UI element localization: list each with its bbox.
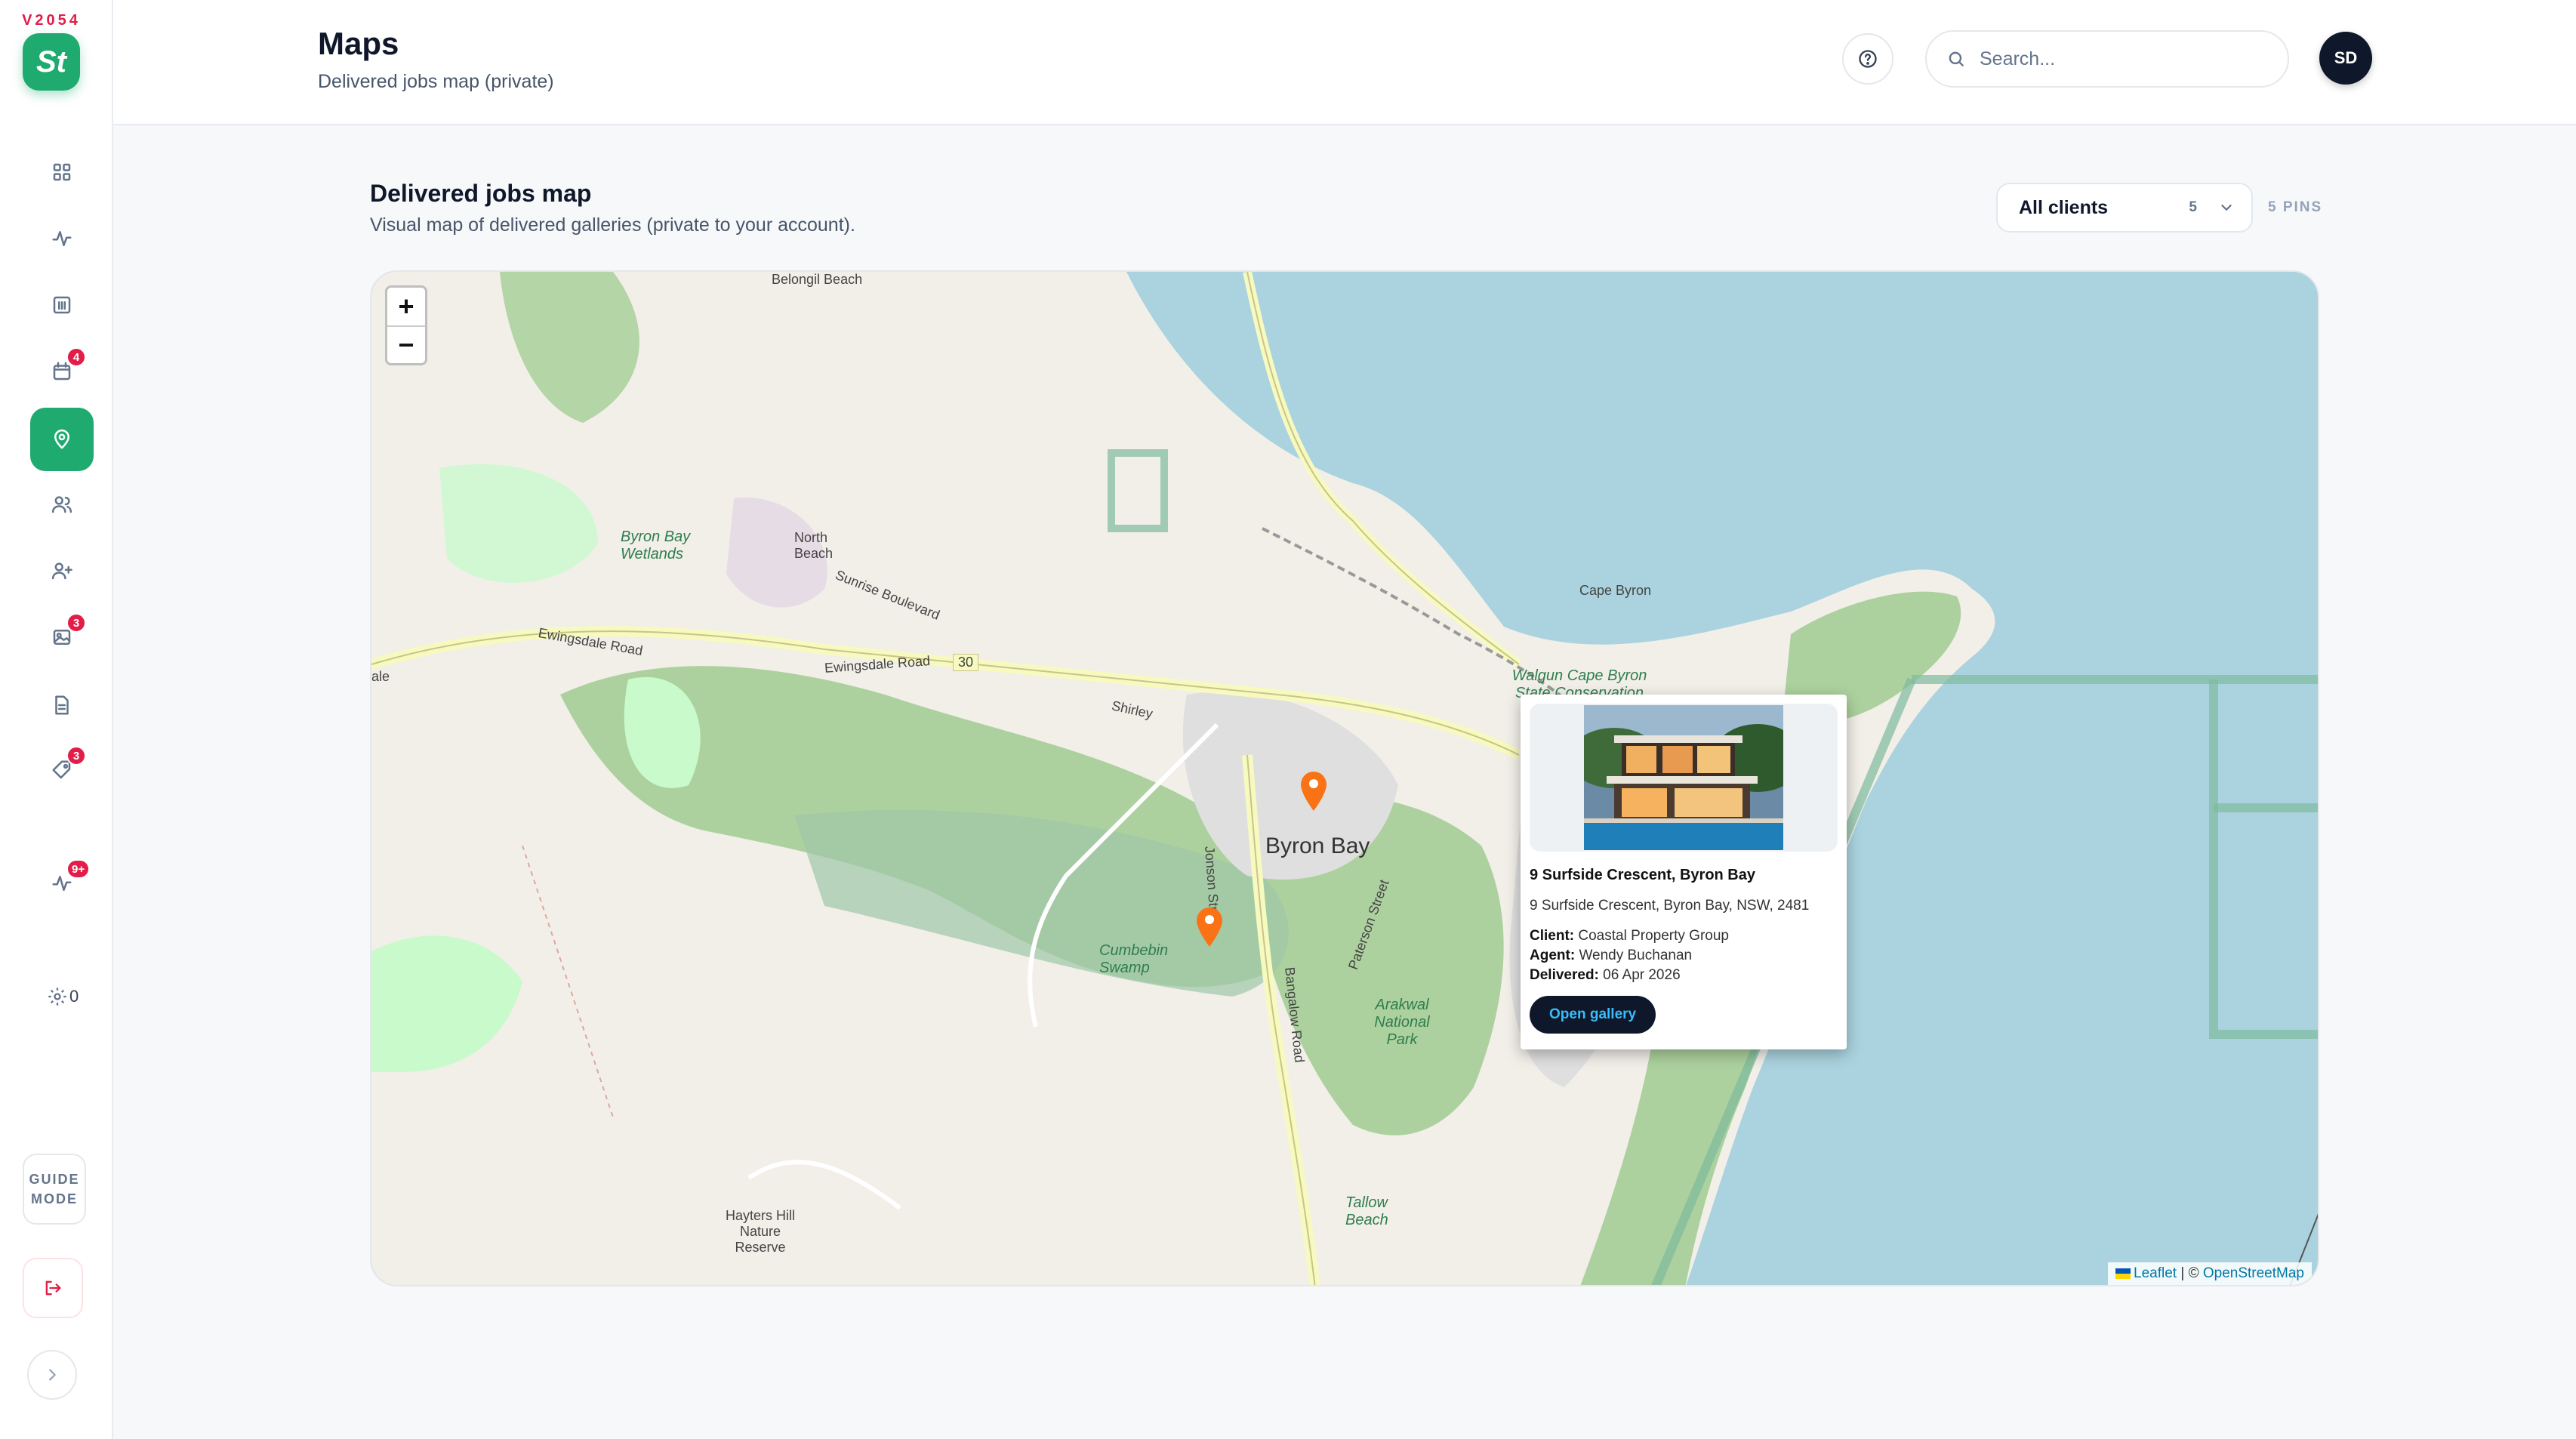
settings-count: 0 bbox=[69, 987, 79, 1006]
settings-button[interactable]: 0 bbox=[47, 986, 79, 1007]
chart-icon bbox=[53, 296, 71, 314]
map-label-cumbebin: Cumbebin Swamp bbox=[1099, 942, 1169, 976]
open-gallery-button[interactable]: Open gallery bbox=[1530, 996, 1656, 1034]
client-filter-label: All clients bbox=[2019, 196, 2109, 218]
house-image bbox=[1584, 705, 1783, 850]
map-attribution: Leaflet | © OpenStreetMap bbox=[2108, 1262, 2312, 1285]
calendar-badge: 4 bbox=[66, 347, 86, 367]
map-label-belongil: Belongil Beach bbox=[772, 272, 863, 287]
guide-mode-button[interactable]: GUIDE MODE bbox=[23, 1154, 86, 1225]
sidebar-item-clients[interactable] bbox=[30, 473, 94, 536]
delivered-jobs-map[interactable]: Belongil Beach Byron Bay Wetlands North … bbox=[370, 270, 2319, 1286]
map-label-cape-byron: Cape Byron bbox=[1579, 583, 1652, 598]
user-plus-icon bbox=[51, 562, 72, 580]
popup-agent-row: Agent: Wendy Buchanan bbox=[1530, 946, 1838, 966]
grid-icon bbox=[53, 163, 71, 181]
activity-icon bbox=[52, 231, 72, 246]
client-filter-select[interactable]: All clients 5 bbox=[1996, 183, 2253, 233]
sidebar: V2054 St 4 3 3 9+ 0 GUIDE MODE bbox=[0, 0, 113, 1439]
client-filter-count: 5 bbox=[2189, 199, 2197, 215]
leaflet-link[interactable]: Leaflet bbox=[2134, 1265, 2177, 1281]
sidebar-item-activity[interactable] bbox=[30, 207, 94, 270]
popup-agent-value: Wendy Buchanan bbox=[1579, 948, 1693, 963]
map-pin-marker[interactable] bbox=[1194, 906, 1225, 948]
zoom-out-button[interactable]: − bbox=[387, 325, 425, 363]
sidebar-item-agents[interactable] bbox=[30, 539, 94, 602]
job-popup: 9 Surfside Crescent, Byron Bay 9 Surfsid… bbox=[1521, 695, 1847, 1049]
popup-agent-label: Agent: bbox=[1530, 948, 1576, 963]
popup-delivered-row: Delivered: 06 Apr 2026 bbox=[1530, 966, 1838, 985]
expand-sidebar-button[interactable] bbox=[27, 1350, 77, 1400]
section-title: Delivered jobs map bbox=[370, 180, 592, 207]
popup-details: Client: Coastal Property Group Agent: We… bbox=[1530, 926, 1838, 985]
sidebar-item-maps[interactable] bbox=[30, 408, 94, 471]
gear-icon bbox=[48, 988, 66, 1006]
map-label-arakwal: Arakwal National Park bbox=[1374, 997, 1430, 1048]
top-header: Maps Delivered jobs map (private) SD bbox=[113, 0, 2576, 125]
galleries-badge: 3 bbox=[66, 613, 86, 633]
logout-button[interactable] bbox=[23, 1258, 83, 1318]
map-label-wetlands: Byron Bay Wetlands bbox=[621, 528, 691, 562]
map-label-route-30: 30 bbox=[953, 654, 979, 671]
popup-address: 9 Surfside Crescent, Byron Bay, NSW, 248… bbox=[1530, 898, 1810, 914]
popup-client-row: Client: Coastal Property Group bbox=[1530, 926, 1838, 946]
popup-delivered-label: Delivered: bbox=[1530, 967, 1599, 983]
zoom-in-button[interactable]: + bbox=[387, 288, 425, 325]
map-pin-icon bbox=[54, 429, 69, 449]
sidebar-item-tags[interactable]: 3 bbox=[30, 738, 94, 802]
sidebar-item-invoices[interactable] bbox=[30, 673, 94, 737]
map-tiles bbox=[371, 272, 2318, 1285]
popup-client-label: Client: bbox=[1530, 928, 1575, 944]
popup-client-value: Coastal Property Group bbox=[1578, 928, 1729, 944]
map-label-north-beach: North Beach bbox=[794, 530, 834, 561]
map-pin-marker[interactable] bbox=[1299, 770, 1329, 812]
page-subtitle: Delivered jobs map (private) bbox=[318, 71, 554, 92]
map-label-byron-bay: Byron Bay bbox=[1265, 834, 1370, 858]
search-input[interactable] bbox=[1980, 48, 2266, 70]
logout-icon bbox=[45, 1280, 61, 1296]
popup-delivered-value: 06 Apr 2026 bbox=[1603, 967, 1681, 983]
section-subtitle: Visual map of delivered galleries (priva… bbox=[370, 214, 855, 236]
search-icon bbox=[1949, 51, 1964, 66]
pins-count: 5 PINS bbox=[2268, 199, 2323, 215]
chevron-right-icon bbox=[49, 1369, 56, 1381]
map-label-tallow-beach: Tallow Beach bbox=[1345, 1194, 1388, 1228]
gallery-thumbnail bbox=[1530, 704, 1838, 852]
osm-link[interactable]: OpenStreetMap bbox=[2203, 1265, 2304, 1281]
sidebar-item-reports[interactable] bbox=[30, 273, 94, 337]
app-version: V2054 bbox=[22, 12, 81, 29]
popup-title: 9 Surfside Crescent, Byron Bay bbox=[1530, 867, 1755, 883]
search-box[interactable] bbox=[1925, 30, 2289, 88]
ukraine-flag-icon bbox=[2115, 1268, 2131, 1279]
app-logo[interactable]: St bbox=[23, 33, 80, 91]
help-icon bbox=[1859, 50, 1877, 68]
zoom-controls: + − bbox=[385, 285, 427, 365]
map-label-hayters: Hayters Hill Nature Reserve bbox=[725, 1208, 795, 1255]
tags-badge: 3 bbox=[66, 746, 86, 766]
help-button[interactable] bbox=[1842, 33, 1893, 85]
attribution-separator: | © bbox=[2177, 1265, 2203, 1281]
chevron-down-icon bbox=[2221, 205, 2232, 211]
sidebar-item-galleries[interactable]: 3 bbox=[30, 605, 94, 669]
sidebar-item-pulse[interactable]: 9+ bbox=[30, 852, 94, 915]
users-icon bbox=[51, 496, 72, 513]
pulse-badge: 9+ bbox=[66, 859, 91, 879]
page-title: Maps bbox=[318, 26, 399, 61]
file-icon bbox=[55, 695, 69, 715]
map-label-ale: ale bbox=[371, 669, 390, 684]
user-avatar[interactable]: SD bbox=[2319, 32, 2372, 85]
sidebar-item-dashboard[interactable] bbox=[30, 140, 94, 204]
sidebar-item-calendar[interactable]: 4 bbox=[30, 340, 94, 403]
